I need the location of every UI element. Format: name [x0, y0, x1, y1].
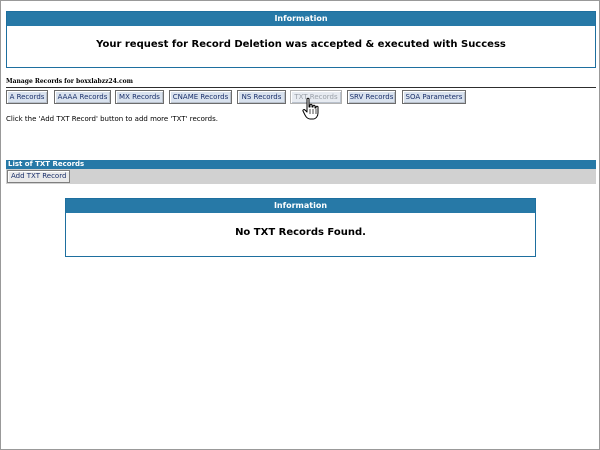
- no-records-message: No TXT Records Found.: [235, 227, 366, 238]
- hand-pointer-icon: [302, 97, 319, 120]
- info-box-header: Information: [7, 12, 595, 26]
- tab-srv-records[interactable]: SRV Records: [347, 90, 396, 104]
- success-message: Your request for Record Deletion was acc…: [96, 39, 506, 50]
- records-toolbar: Add TXT Record: [6, 169, 596, 184]
- txt-records-list-header: List of TXT Records: [6, 160, 596, 169]
- tab-a-records[interactable]: A Records: [6, 90, 48, 104]
- no-records-info-box: Information No TXT Records Found.: [65, 198, 536, 257]
- success-info-box: Information Your request for Record Dele…: [6, 11, 596, 68]
- page-frame: Information Your request for Record Dele…: [0, 0, 600, 450]
- tab-mx-records[interactable]: MX Records: [115, 90, 164, 104]
- tab-aaaa-records[interactable]: AAAA Records: [54, 90, 111, 104]
- tab-cname-records[interactable]: CNAME Records: [169, 90, 232, 104]
- add-records-hint: Click the 'Add TXT Record' button to add…: [6, 115, 218, 123]
- add-txt-record-button[interactable]: Add TXT Record: [7, 170, 71, 183]
- tab-soa-parameters[interactable]: SOA Parameters: [402, 90, 466, 104]
- manage-records-title: Manage Records for boxxlabzz24.com: [6, 78, 133, 85]
- info-box-header: Information: [66, 199, 535, 213]
- tab-ns-records[interactable]: NS Records: [237, 90, 286, 104]
- divider: [6, 87, 596, 88]
